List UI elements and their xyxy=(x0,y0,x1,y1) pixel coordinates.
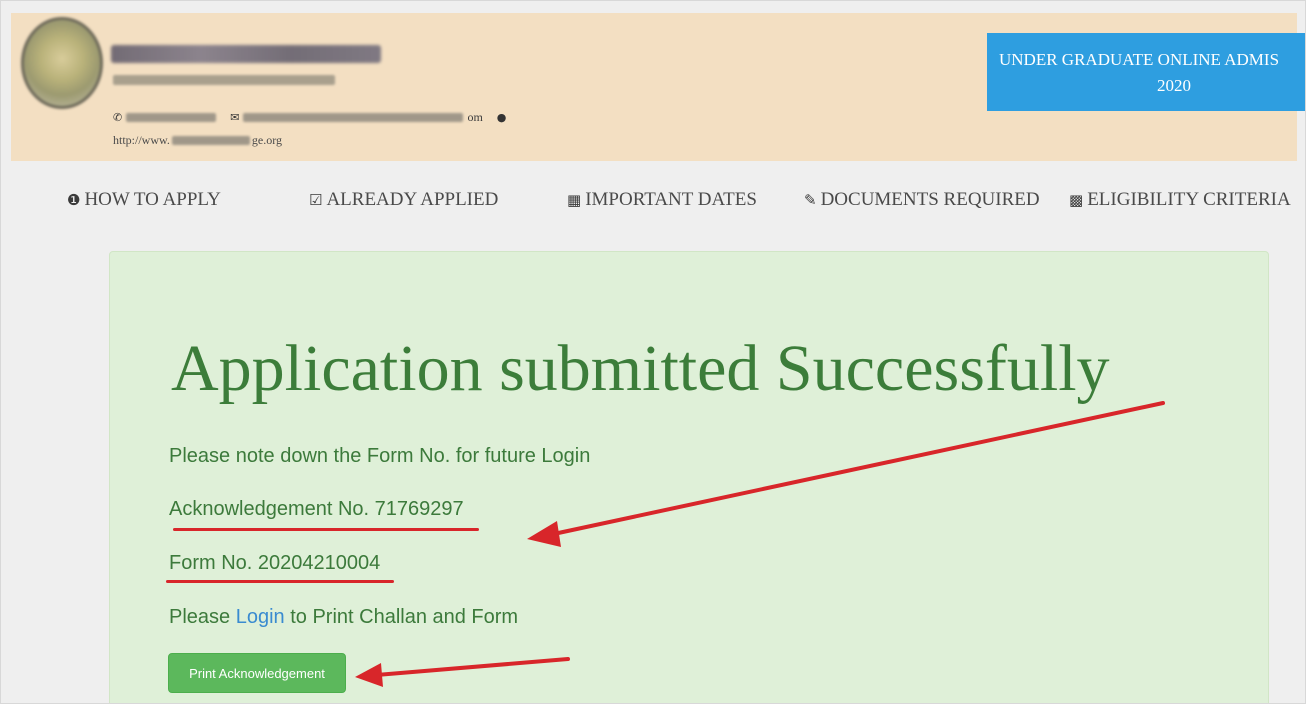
success-panel xyxy=(109,251,1269,703)
acknowledgement-number: Acknowledgement No. 71769297 xyxy=(169,498,464,520)
form-number-underline xyxy=(166,580,394,583)
nav-documents-required[interactable]: ✎ DOCUMENTS REQUIRED xyxy=(804,189,1040,211)
main-nav: ❶ HOW TO APPLY ☑ ALREADY APPLIED ▦ IMPOR… xyxy=(1,189,1305,223)
calendar-icon: ▦ xyxy=(567,191,582,209)
college-name-redacted xyxy=(111,45,381,63)
login-suffix: to Print Challan and Form xyxy=(284,606,519,628)
website-suffix: ge.org xyxy=(251,133,282,147)
website-redacted xyxy=(171,136,250,145)
email-suffix: om xyxy=(467,109,483,124)
page-frame: ✆ ✉ om ● http://www. ge.org UNDER GRADUA… xyxy=(0,0,1306,704)
check-square-icon: ☑ xyxy=(309,191,323,209)
admission-banner[interactable]: UNDER GRADUATE ONLINE ADMIS 2020 xyxy=(987,33,1305,111)
nav-label: IMPORTANT DATES xyxy=(585,189,757,210)
college-address-redacted xyxy=(113,75,335,85)
nav-eligibility-criteria[interactable]: ▩ ELIGIBILITY CRITERIA xyxy=(1069,189,1291,211)
print-acknowledgement-button[interactable]: Print Acknowledgement xyxy=(168,653,346,693)
banner-title: UNDER GRADUATE ONLINE ADMIS xyxy=(999,50,1280,69)
banner-year: 2020 xyxy=(1157,76,1191,95)
phone-redacted xyxy=(126,112,217,122)
qrcode-icon: ▩ xyxy=(1069,191,1084,209)
envelope-icon: ✉ xyxy=(230,110,240,124)
nav-label: ELIGIBILITY CRITERIA xyxy=(1087,189,1291,210)
website-prefix: http://www. xyxy=(113,133,170,147)
phone-icon: ✆ xyxy=(113,110,123,124)
info-circle-icon: ❶ xyxy=(67,191,81,209)
nav-already-applied[interactable]: ☑ ALREADY APPLIED xyxy=(309,189,498,211)
login-instruction: Please Login to Print Challan and Form xyxy=(169,606,518,629)
website-row[interactable]: http://www. ge.org xyxy=(113,133,282,148)
form-note: Please note down the Form No. for future… xyxy=(169,445,591,467)
contact-row: ✆ ✉ om ● xyxy=(113,107,506,127)
form-number: Form No. 20204210004 xyxy=(169,552,381,574)
login-link[interactable]: Login xyxy=(236,606,285,628)
nav-label: ALREADY APPLIED xyxy=(326,189,499,210)
nav-label: DOCUMENTS REQUIRED xyxy=(820,189,1040,210)
nav-label: HOW TO APPLY xyxy=(84,189,221,210)
nav-how-to-apply[interactable]: ❶ HOW TO APPLY xyxy=(67,189,221,211)
nav-important-dates[interactable]: ▦ IMPORTANT DATES xyxy=(567,189,757,211)
college-logo xyxy=(21,17,103,109)
success-title: Application submitted Successfully xyxy=(171,332,1110,405)
login-prefix: Please xyxy=(169,606,236,628)
globe-icon: ● xyxy=(496,110,507,124)
acknowledgement-underline xyxy=(173,528,479,531)
edit-icon: ✎ xyxy=(804,191,817,209)
email-redacted xyxy=(243,112,464,122)
